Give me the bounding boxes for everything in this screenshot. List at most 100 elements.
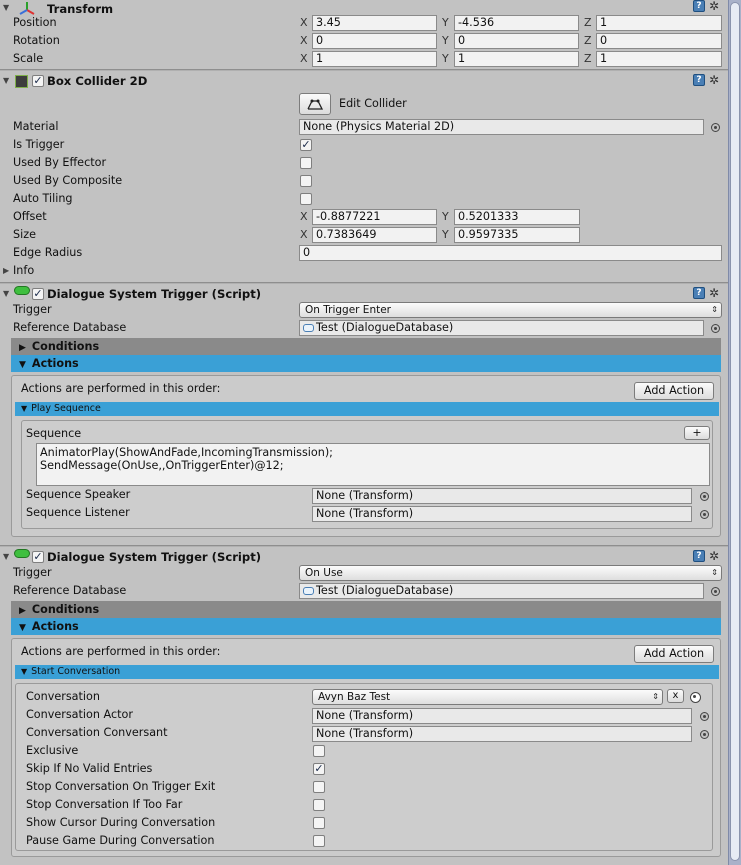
field-label: Conversation [26, 690, 100, 703]
expand-arrow-icon[interactable]: ▶ [3, 266, 9, 275]
clear-conversation-button[interactable]: x [667, 689, 684, 703]
foldout-label: Conditions [31, 603, 100, 616]
component-separator [0, 69, 728, 71]
material-field[interactable]: None (Physics Material 2D) [299, 119, 704, 135]
gear-icon[interactable]: ✲ [709, 287, 719, 299]
conversation-dropdown[interactable]: Avyn Baz Test ⇕ [312, 689, 663, 705]
trigger-dropdown[interactable]: On Use ⇕ [299, 565, 722, 581]
add-action-button[interactable]: Add Action [634, 645, 714, 663]
reference-database-field[interactable]: Test (DialogueDatabase) [299, 583, 704, 599]
database-icon [303, 324, 314, 332]
collapse-arrow-icon[interactable]: ▼ [3, 3, 9, 12]
component-title: Transform [47, 2, 114, 16]
used-by-composite-checkbox[interactable] [300, 175, 312, 187]
position-x-field[interactable]: 3.45 [312, 15, 437, 31]
component-enabled-checkbox[interactable]: ✓ [32, 75, 44, 87]
help-icon[interactable]: ? [693, 287, 705, 299]
stop-on-trigger-exit-checkbox[interactable] [313, 781, 325, 793]
component-enabled-checkbox[interactable]: ✓ [32, 288, 44, 300]
play-sequence-foldout[interactable]: ▼ Play Sequence [15, 402, 719, 416]
rotation-z-field[interactable]: 0 [596, 33, 722, 49]
conditions-foldout[interactable]: ▶ Conditions [11, 601, 721, 618]
object-picker-icon[interactable] [700, 712, 709, 721]
position-y-field[interactable]: -4.536 [454, 15, 579, 31]
object-picker-icon[interactable] [700, 730, 709, 739]
expand-arrow-icon: ▶ [19, 343, 26, 353]
inspector-scrollbar[interactable] [728, 0, 741, 865]
reference-database-field[interactable]: Test (DialogueDatabase) [299, 320, 704, 336]
conversation-picker-icon[interactable] [690, 692, 701, 703]
object-picker-icon[interactable] [711, 324, 720, 333]
axis-label: X [300, 228, 308, 241]
collapse-arrow-icon[interactable]: ▼ [3, 552, 9, 561]
object-picker-icon[interactable] [711, 587, 720, 596]
field-label: Sequence Listener [26, 506, 130, 519]
auto-tiling-checkbox[interactable] [300, 193, 312, 205]
field-label: Reference Database [13, 584, 127, 597]
sequence-speaker-field[interactable]: None (Transform) [312, 488, 692, 504]
stop-if-too-far-checkbox[interactable] [313, 799, 325, 811]
help-icon[interactable]: ? [693, 74, 705, 86]
field-label: Pause Game During Conversation [26, 834, 215, 847]
trigger-dropdown[interactable]: On Trigger Enter ⇕ [299, 302, 722, 318]
component-enabled-checkbox[interactable]: ✓ [32, 551, 44, 563]
edit-collider-button[interactable] [299, 93, 331, 115]
conditions-foldout[interactable]: ▶ Conditions [11, 338, 721, 355]
is-trigger-checkbox[interactable]: ✓ [300, 139, 312, 151]
used-by-effector-checkbox[interactable] [300, 157, 312, 169]
position-z-field[interactable]: 1 [596, 15, 722, 31]
box-collider-header[interactable]: ▼ ✓ Box Collider 2D ? ✲ [0, 72, 728, 91]
sequence-textarea[interactable]: AnimatorPlay(ShowAndFade,IncomingTransmi… [36, 443, 710, 486]
collapse-arrow-icon[interactable]: ▼ [3, 289, 9, 298]
field-label: Stop Conversation If Too Far [26, 798, 183, 811]
conversation-actor-field[interactable]: None (Transform) [312, 708, 692, 724]
sequence-listener-field[interactable]: None (Transform) [312, 506, 692, 522]
field-label: Stop Conversation On Trigger Exit [26, 780, 216, 793]
scale-x-field[interactable]: 1 [312, 51, 437, 67]
help-icon[interactable]: ? [693, 550, 705, 562]
scale-z-field[interactable]: 1 [596, 51, 722, 67]
actions-foldout[interactable]: ▼ Actions [11, 355, 721, 372]
scale-y-field[interactable]: 1 [454, 51, 579, 67]
object-picker-icon[interactable] [700, 510, 709, 519]
offset-x-field[interactable]: -0.8877221 [312, 209, 437, 225]
script-icon [14, 286, 30, 295]
add-action-button[interactable]: Add Action [634, 382, 714, 400]
gear-icon[interactable]: ✲ [709, 550, 719, 562]
axis-label: X [300, 52, 308, 65]
offset-y-field[interactable]: 0.5201333 [454, 209, 580, 225]
conversation-conversant-field[interactable]: None (Transform) [312, 726, 692, 742]
object-picker-icon[interactable] [711, 123, 720, 132]
rotation-x-field[interactable]: 0 [312, 33, 437, 49]
start-conversation-foldout[interactable]: ▼ Start Conversation [15, 665, 719, 679]
size-x-field[interactable]: 0.7383649 [312, 227, 437, 243]
pause-game-checkbox[interactable] [313, 835, 325, 847]
edge-radius-field[interactable]: 0 [299, 245, 722, 261]
field-value: Test (DialogueDatabase) [316, 321, 454, 334]
scrollbar-thumb[interactable] [730, 2, 740, 861]
collapse-arrow-icon: ▼ [19, 360, 26, 370]
field-label: Used By Composite [13, 174, 123, 187]
gear-icon[interactable]: ✲ [709, 74, 719, 86]
exclusive-checkbox[interactable] [313, 745, 325, 757]
rotation-y-field[interactable]: 0 [454, 33, 579, 49]
foldout-label: Conditions [31, 340, 100, 353]
sequence-menu-button[interactable]: + [684, 426, 710, 440]
gear-icon[interactable]: ✲ [709, 0, 719, 12]
help-icon[interactable]: ? [693, 0, 705, 12]
actions-foldout[interactable]: ▼ Actions [11, 618, 721, 635]
object-picker-icon[interactable] [700, 492, 709, 501]
size-y-field[interactable]: 0.9597335 [454, 227, 580, 243]
info-foldout[interactable]: Info [13, 263, 34, 279]
field-label: Position [13, 16, 57, 29]
component-title: Dialogue System Trigger (Script) [47, 550, 262, 564]
field-label: Rotation [13, 34, 60, 47]
edit-collider-icon [307, 99, 324, 110]
axis-label: Z [584, 34, 592, 47]
field-label: Used By Effector [13, 156, 107, 169]
collapse-arrow-icon[interactable]: ▼ [3, 76, 9, 85]
collapse-arrow-icon: ▼ [19, 623, 26, 633]
skip-if-no-valid-entries-checkbox[interactable]: ✓ [313, 763, 325, 775]
show-cursor-checkbox[interactable] [313, 817, 325, 829]
actions-panel: Actions are performed in this order: Add… [11, 375, 721, 537]
